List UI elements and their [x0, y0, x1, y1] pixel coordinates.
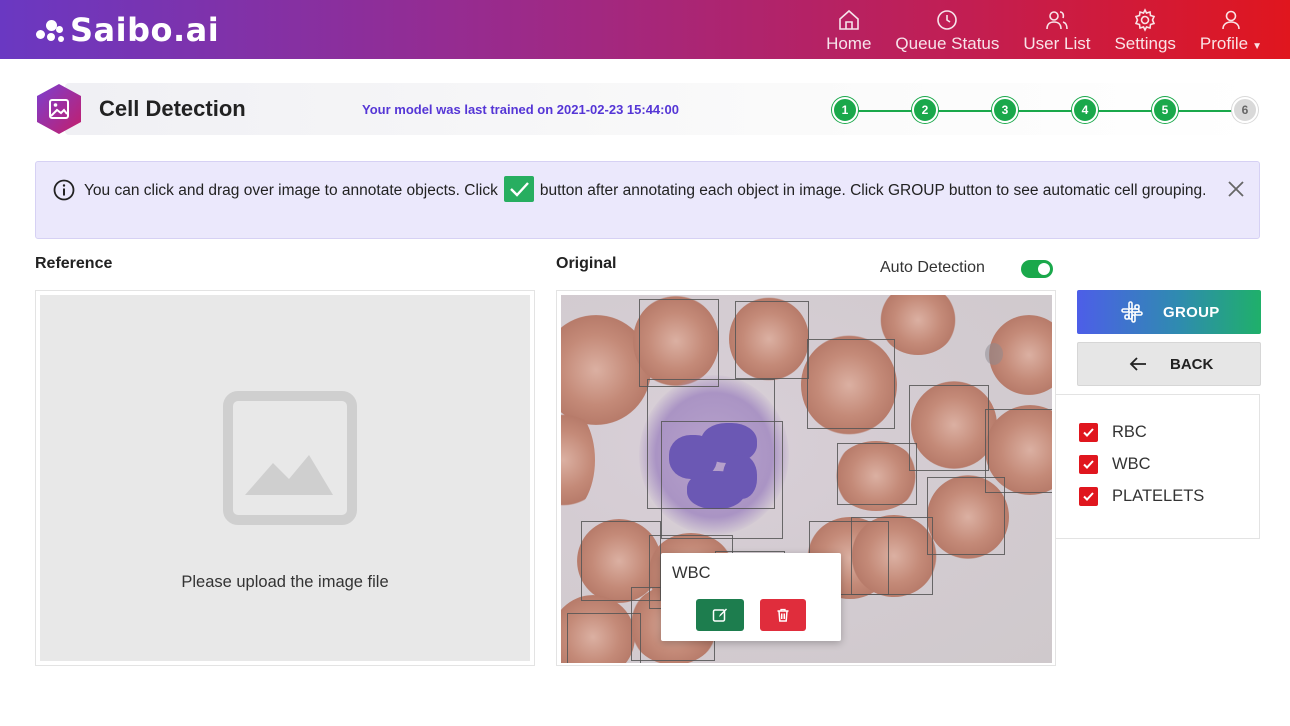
original-label: Original [556, 255, 617, 272]
brand-logo[interactable]: Saibo.ai [34, 11, 220, 49]
annotation-box[interactable] [639, 299, 719, 387]
legend-item-wbc[interactable]: WBC [1079, 455, 1151, 474]
nav-settings-label: Settings [1114, 34, 1176, 53]
annotation-popup: WBC [661, 553, 841, 641]
nav-profile-label: Profile [1199, 34, 1249, 53]
page-title: Cell Detection [99, 96, 246, 121]
auto-detection-label: Auto Detection [880, 259, 985, 276]
trained-prefix: Your model was last trained on [362, 102, 557, 117]
nav-home-label: Home [826, 34, 872, 53]
slack-grid-icon [1121, 301, 1143, 323]
group-button[interactable]: GROUP [1077, 290, 1261, 334]
class-legend: RBC WBC PLATELETS [1055, 394, 1260, 539]
nav-queue-status[interactable]: Queue Status [895, 8, 999, 54]
nav-user-list[interactable]: User List [1023, 8, 1090, 54]
cell-shape [985, 343, 1003, 365]
checkbox-wbc[interactable] [1079, 455, 1098, 474]
edit-annotation-button[interactable] [696, 599, 744, 631]
info-text-after: button after annotating each object in i… [539, 182, 1207, 200]
annotation-box[interactable] [909, 385, 989, 471]
nav-user-list-label: User List [1023, 34, 1091, 53]
checkbox-rbc[interactable] [1079, 423, 1098, 442]
info-text: You can click and drag over image to ann… [84, 176, 1224, 204]
step-6[interactable]: 6 [1232, 97, 1258, 123]
checkbox-platelets[interactable] [1079, 487, 1098, 506]
info-text-before: You can click and drag over image to ann… [84, 182, 498, 200]
step-5[interactable]: 5 [1152, 97, 1178, 123]
nav-profile-label-wrap: Profile ▼ [1200, 34, 1262, 54]
checkmark-icon [1083, 460, 1094, 469]
image-placeholder-icon [223, 391, 357, 525]
brand-name: Saibo.ai [70, 11, 220, 49]
annotation-box[interactable] [927, 477, 1005, 555]
legend-label-wbc: WBC [1112, 455, 1151, 473]
step-4[interactable]: 4 [1072, 97, 1098, 123]
annotation-box[interactable] [837, 443, 917, 505]
nav-settings[interactable]: Settings [1114, 8, 1176, 54]
delete-annotation-button[interactable] [760, 599, 806, 631]
toggle-knob [1038, 263, 1050, 275]
info-icon [53, 179, 75, 201]
reference-dropzone[interactable]: Please upload the image file [40, 295, 530, 661]
step-3[interactable]: 3 [992, 97, 1018, 123]
reference-panel[interactable]: Please upload the image file [35, 290, 535, 666]
page-header: Cell Detection Your model was last train… [35, 82, 1260, 136]
upload-placeholder-text: Please upload the image file [181, 573, 389, 591]
chevron-down-icon: ▼ [1252, 41, 1262, 52]
nav-home[interactable]: Home [826, 8, 871, 54]
annotation-box[interactable] [661, 421, 783, 539]
checkmark-icon [1083, 492, 1094, 501]
arrow-left-icon [1129, 357, 1146, 371]
annotation-box[interactable] [851, 517, 933, 595]
users-icon [1046, 11, 1068, 30]
back-button-label: BACK [1170, 355, 1214, 373]
edit-icon [712, 608, 727, 622]
annotation-class-label: WBC [672, 564, 711, 582]
legend-item-platelets[interactable]: PLATELETS [1079, 487, 1204, 506]
nav-queue-status-label: Queue Status [895, 34, 1000, 53]
user-icon [1222, 10, 1240, 30]
reference-label: Reference [35, 255, 113, 272]
trash-icon [777, 608, 789, 622]
group-button-label: GROUP [1163, 303, 1220, 321]
image-hexagon-icon [37, 84, 81, 134]
close-icon[interactable] [1227, 180, 1245, 198]
step-1[interactable]: 1 [832, 97, 858, 123]
info-banner: You can click and drag over image to ann… [35, 161, 1260, 239]
legend-label-rbc: RBC [1112, 423, 1147, 441]
clock-icon [937, 10, 958, 30]
logo-molecule-icon [34, 14, 66, 46]
checkmark-icon [1083, 428, 1094, 437]
stepper-line [846, 110, 1242, 112]
step-2[interactable]: 2 [912, 97, 938, 123]
auto-detection-toggle[interactable] [1021, 260, 1053, 278]
main-nav: Home Queue Status User List Settings Pro… [802, 8, 1262, 54]
gear-icon [1135, 8, 1156, 32]
nav-profile[interactable]: Profile ▼ [1200, 8, 1262, 54]
top-navbar: Saibo.ai Home Queue Status User List Set… [0, 0, 1290, 59]
home-icon [838, 9, 859, 30]
annotation-box[interactable] [567, 613, 641, 663]
check-button-icon [503, 176, 534, 202]
annotation-box[interactable] [735, 301, 809, 379]
model-trained-status: Your model was last trained on 2021-02-2… [362, 102, 679, 117]
legend-item-rbc[interactable]: RBC [1079, 423, 1147, 442]
annotation-box[interactable] [807, 339, 895, 429]
back-button[interactable]: BACK [1077, 342, 1261, 386]
progress-stepper: 1 2 3 4 5 6 [832, 96, 1262, 124]
trained-timestamp: 2021-02-23 15:44:00 [556, 102, 679, 117]
legend-label-platelets: PLATELETS [1112, 487, 1205, 505]
